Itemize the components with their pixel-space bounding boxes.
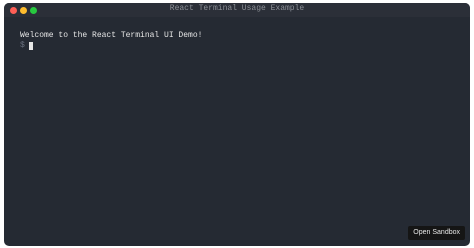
window-title: React Terminal Usage Example <box>169 4 305 13</box>
prompt-symbol: $ <box>20 41 25 50</box>
input-line[interactable]: $ <box>20 41 460 51</box>
welcome-message: Welcome to the React Terminal UI Demo! <box>20 31 203 40</box>
terminal-output[interactable]: Welcome to the React Terminal UI Demo! $ <box>20 31 460 51</box>
open-sandbox-button[interactable]: Open Sandbox <box>408 226 465 240</box>
title-bar: React Terminal Usage Example <box>4 3 470 17</box>
terminal-window: React Terminal Usage Example Welcome to … <box>4 3 470 246</box>
cursor <box>28 42 33 50</box>
